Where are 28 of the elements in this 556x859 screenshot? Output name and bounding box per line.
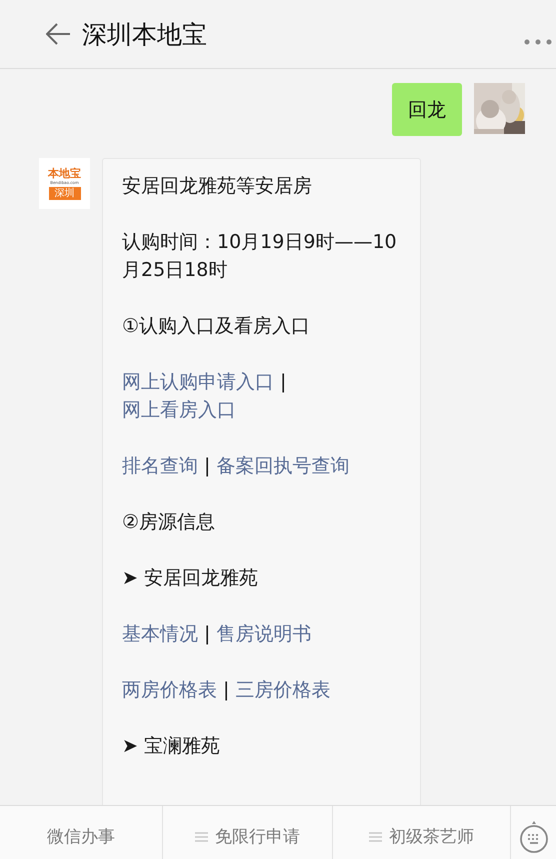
logo-text: 本地宝 — [48, 168, 81, 180]
more-icon[interactable] — [524, 39, 552, 45]
message-text: 安居回龙雅苑等安居房 — [122, 174, 313, 199]
chat-title: 深圳本地宝 — [82, 18, 207, 50]
menu-button[interactable]: 初级茶艺师 — [333, 806, 511, 859]
message-links: 网上认购申请入口 | 网上看房入口 — [122, 370, 288, 423]
link[interactable]: 排名查询 — [122, 455, 198, 477]
message-links: 排名查询 | 备案回执号查询 — [122, 454, 350, 479]
message-links: 两房价格表 | 三房价格表 — [122, 678, 332, 703]
link[interactable]: 备案回执号查询 — [216, 455, 350, 477]
message-links: 基本情况 | 售房说明书 — [122, 622, 312, 647]
message-text: ➤ 宝澜雅苑 — [122, 734, 221, 759]
link[interactable]: 基本情况 — [122, 623, 198, 645]
message-text: ②房源信息 — [122, 510, 216, 535]
sent-message: 回龙 — [392, 83, 462, 136]
menu-button[interactable]: 免限行申请 — [163, 806, 333, 859]
link[interactable]: 网上认购申请入口 — [122, 371, 274, 393]
logo-text: 深圳 — [48, 186, 80, 200]
message-text: ①认购入口及看房入口 — [122, 314, 312, 339]
message-text: ➤ 安居回龙雅苑 — [122, 566, 259, 591]
link[interactable]: 三房价格表 — [236, 679, 330, 701]
keyboard-icon — [518, 820, 548, 854]
menu-button[interactable]: 微信办事 — [0, 806, 163, 859]
back-icon[interactable] — [46, 23, 70, 45]
link[interactable]: 两房价格表 — [122, 679, 217, 701]
message-text: 认购时间：10月19日9时——10月25日18时 — [122, 230, 398, 283]
link[interactable]: 网上看房入口 — [122, 399, 236, 421]
link[interactable]: 售房说明书 — [216, 623, 312, 645]
